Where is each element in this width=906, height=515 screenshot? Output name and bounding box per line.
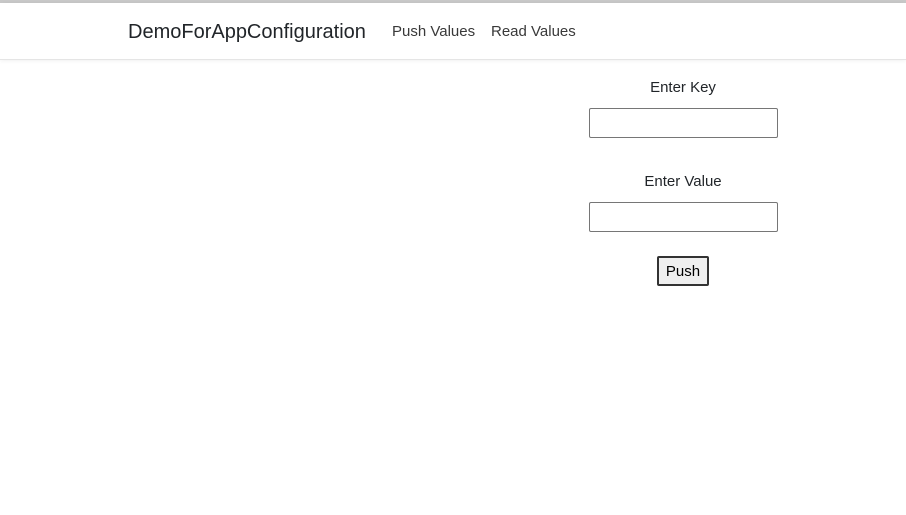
push-button[interactable]: Push [656,256,710,286]
key-label: Enter Key [650,79,716,96]
value-input[interactable] [588,202,778,232]
brand-link[interactable]: DemoForAppConfiguration [128,20,366,44]
push-form: Enter Key Enter Value Push [588,78,778,286]
nav-link-read-values[interactable]: Read Values [491,23,576,41]
value-label: Enter Value [644,173,722,190]
key-input[interactable] [588,108,778,138]
nav-link-push-values[interactable]: Push Values [392,23,475,41]
navbar: DemoForAppConfiguration Push Values Read… [0,3,906,60]
